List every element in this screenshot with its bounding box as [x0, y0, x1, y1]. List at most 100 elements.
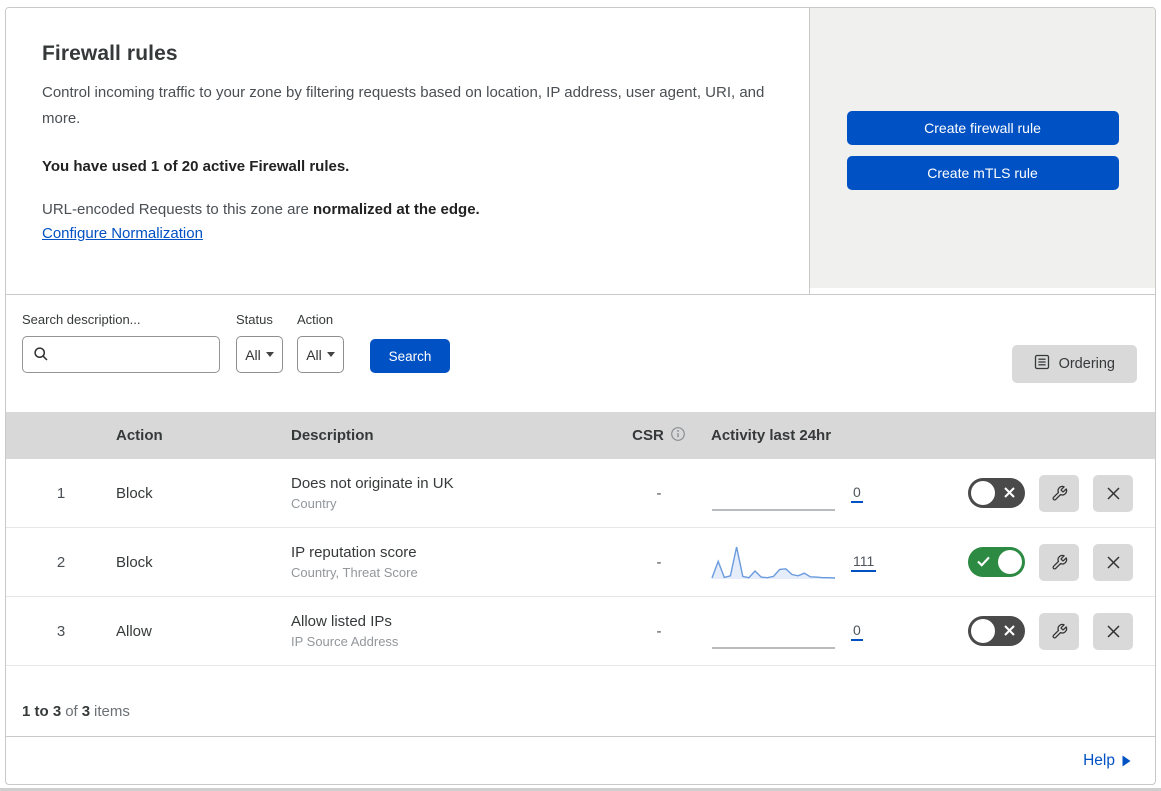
toggle-x-icon — [1004, 487, 1015, 498]
pagination-items-label: items — [94, 703, 130, 720]
rule-controls — [968, 474, 1155, 512]
wrench-icon — [1052, 554, 1067, 569]
rule-activity: 0 — [709, 473, 924, 513]
rule-action: Block — [116, 553, 153, 571]
rule-action: Allow — [116, 622, 152, 640]
rule-title: Does not originate in UK — [291, 475, 454, 492]
rule-priority: 2 — [56, 553, 66, 571]
right-triangle-icon — [1122, 755, 1131, 766]
rule-csr: - — [656, 622, 662, 640]
firewall-rules-page: Firewall rules Control incoming traffic … — [0, 0, 1161, 791]
filter-bar: Search description... Status All Action … — [6, 295, 1155, 412]
rule-title: IP reputation score — [291, 544, 417, 561]
csr-column-header: CSR — [632, 426, 686, 446]
info-icon[interactable] — [670, 426, 686, 446]
pagination-of: of — [65, 703, 78, 720]
activity-sparkline — [711, 542, 836, 582]
close-icon — [1106, 555, 1120, 569]
activity-sparkline — [711, 473, 836, 513]
rule-fields: IP Source Address — [291, 634, 399, 649]
toggle-knob — [971, 619, 995, 643]
edit-rule-button[interactable] — [1039, 474, 1079, 512]
rule-activity: 111 — [709, 542, 924, 582]
rule-enabled-toggle[interactable] — [968, 478, 1025, 508]
rule-description: Allow listed IPs IP Source Address — [284, 613, 609, 649]
toggle-check-icon — [977, 556, 990, 567]
pagination-total: 3 — [81, 703, 91, 720]
top-section: Firewall rules Control incoming traffic … — [6, 8, 1155, 295]
search-icon — [33, 346, 49, 367]
ordering-button[interactable]: Ordering — [1011, 345, 1137, 383]
pagination-range: 1 to 3 — [22, 703, 62, 720]
rule-fields: Country — [291, 496, 337, 511]
wrench-icon — [1052, 485, 1067, 500]
delete-rule-button[interactable] — [1093, 543, 1133, 581]
search-label: Search description... — [22, 312, 141, 327]
cta-panel: Create firewall rule Create mTLS rule — [810, 8, 1155, 288]
normalization-note: URL-encoded Requests to this zone are no… — [42, 201, 769, 218]
create-mtls-rule-button[interactable]: Create mTLS rule — [846, 156, 1119, 190]
rule-csr: - — [656, 553, 662, 571]
status-filter-select[interactable]: All — [236, 336, 283, 373]
description-column-header: Description — [291, 427, 374, 444]
activity-count-link[interactable]: 0 — [851, 622, 863, 641]
normalization-emphasis: normalized at the edge. — [313, 200, 480, 218]
table-header: Action Description CSR Activity last 24h… — [6, 412, 1155, 459]
intro-panel: Firewall rules Control incoming traffic … — [6, 8, 810, 294]
help-link-label: Help — [1083, 751, 1115, 769]
rule-action: Block — [116, 484, 153, 502]
close-icon — [1106, 486, 1120, 500]
toggle-knob — [971, 481, 995, 505]
close-icon — [1106, 624, 1120, 638]
usage-note: You have used 1 of 20 active Firewall ru… — [42, 157, 350, 175]
search-button[interactable]: Search — [370, 339, 450, 373]
help-link[interactable]: Help — [1083, 752, 1131, 770]
rule-enabled-toggle[interactable] — [968, 616, 1025, 646]
table-row: 1 Block Does not originate in UK Country… — [6, 459, 1155, 528]
normalization-text: URL-encoded Requests to this zone are — [42, 200, 309, 218]
toggle-knob — [998, 550, 1022, 574]
activity-count-link[interactable]: 111 — [851, 553, 877, 572]
table-pagination-summary: 1 to 3 of 3 items — [6, 666, 1155, 737]
chevron-down-icon — [326, 352, 335, 357]
ordering-icon — [1034, 354, 1050, 374]
csr-column-label: CSR — [632, 427, 664, 444]
firewall-rules-card: Firewall rules Control incoming traffic … — [5, 7, 1156, 785]
wrench-icon — [1052, 623, 1067, 638]
rule-description: IP reputation score Country, Threat Scor… — [284, 544, 609, 580]
activity-count-link[interactable]: 0 — [851, 484, 863, 503]
rule-controls — [968, 612, 1155, 650]
status-filter-label: Status — [236, 312, 273, 327]
delete-rule-button[interactable] — [1093, 612, 1133, 650]
rule-activity: 0 — [709, 611, 924, 651]
create-firewall-rule-button[interactable]: Create firewall rule — [846, 111, 1119, 145]
search-input[interactable] — [22, 336, 220, 373]
action-column-header: Action — [116, 427, 163, 444]
help-bar: Help — [6, 737, 1155, 784]
rule-csr: - — [656, 484, 662, 502]
chevron-down-icon — [265, 352, 274, 357]
edit-rule-button[interactable] — [1039, 543, 1079, 581]
table-row: 3 Allow Allow listed IPs IP Source Addre… — [6, 597, 1155, 666]
page-title: Firewall rules — [42, 42, 178, 65]
rule-priority: 3 — [56, 622, 66, 640]
rule-controls — [968, 543, 1155, 581]
activity-column-header: Activity last 24hr — [711, 427, 832, 444]
action-filter-value: All — [306, 346, 322, 363]
table-row: 2 Block IP reputation score Country, Thr… — [6, 528, 1155, 597]
rule-fields: Country, Threat Score — [291, 565, 418, 580]
rule-title: Allow listed IPs — [291, 613, 392, 630]
rule-enabled-toggle[interactable] — [968, 547, 1025, 577]
status-filter-value: All — [245, 346, 261, 363]
page-description: Control incoming traffic to your zone by… — [42, 84, 765, 128]
toggle-x-icon — [1004, 625, 1015, 636]
rule-priority: 1 — [56, 484, 66, 502]
action-filter-select[interactable]: All — [297, 336, 344, 373]
ordering-button-label: Ordering — [1058, 356, 1115, 372]
configure-normalization-link[interactable]: Configure Normalization — [42, 225, 203, 242]
activity-sparkline — [711, 611, 836, 651]
action-filter-label: Action — [297, 312, 334, 327]
delete-rule-button[interactable] — [1093, 474, 1133, 512]
rule-description: Does not originate in UK Country — [284, 475, 609, 511]
edit-rule-button[interactable] — [1039, 612, 1079, 650]
